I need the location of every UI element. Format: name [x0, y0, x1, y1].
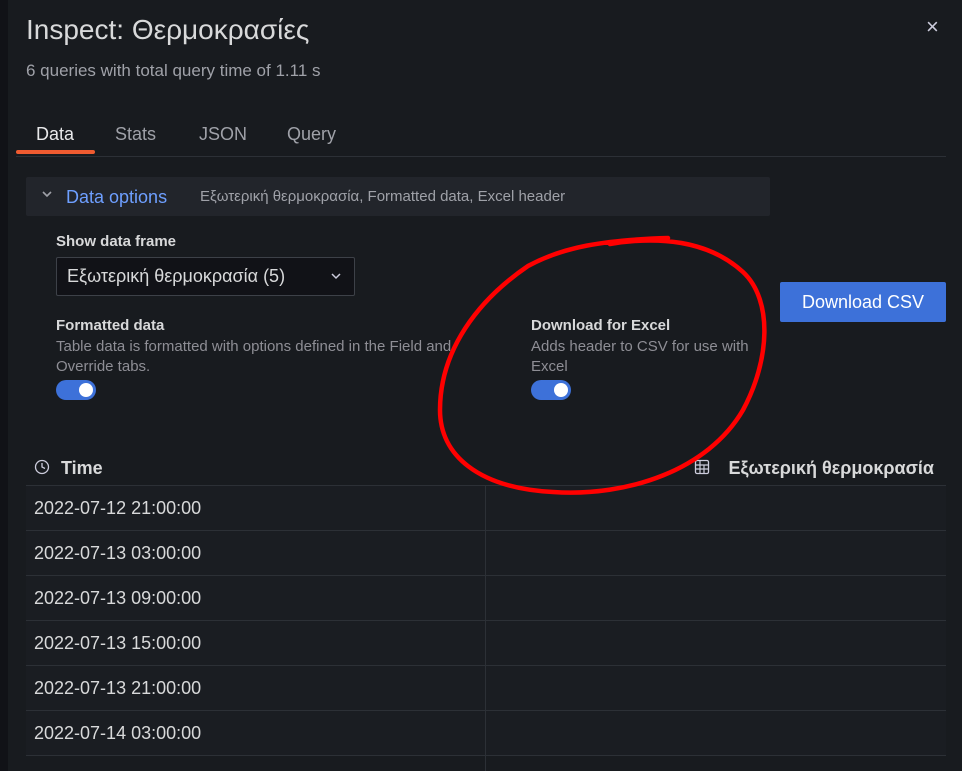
download-excel-toggle[interactable]	[531, 380, 571, 400]
table-icon	[694, 459, 710, 475]
left-edge	[0, 0, 8, 771]
column-header-temperature[interactable]: Εξωτερική θερμοκρασία	[728, 458, 934, 479]
chevron-down-icon	[331, 273, 341, 280]
tab-json[interactable]: JSON	[199, 124, 247, 145]
time-cell: 2022-07-13 09:00:00	[34, 588, 202, 608]
download-excel-description: Adds header to CSV for use with Excel	[531, 338, 749, 375]
toggle-knob	[79, 383, 93, 397]
tab-data[interactable]: Data	[36, 124, 74, 145]
time-cell: 2022-07-13 03:00:00	[34, 543, 202, 563]
download-csv-button[interactable]: Download CSV	[780, 282, 946, 322]
table-row: 2022-07-13 21:00:00	[26, 666, 946, 711]
time-cell: 2022-07-14 03:00:00	[34, 723, 202, 743]
page-title: Inspect: Θερμοκρασίες	[26, 14, 310, 45]
data-frame-value: Εξωτερική θερμοκρασία (5)	[67, 266, 286, 286]
table-body: 2022-07-12 21:00:00 2022-07-13 03:00:00 …	[26, 486, 946, 756]
tab-bar: Data Stats JSON Query	[16, 118, 946, 157]
time-cell: 2022-07-12 21:00:00	[34, 498, 202, 518]
data-frame-select[interactable]: Εξωτερική θερμοκρασία (5)	[56, 257, 355, 296]
inspect-drawer: Inspect: Θερμοκρασίες 6 queries with tot…	[8, 0, 962, 771]
close-icon[interactable]: ×	[926, 14, 939, 40]
table-row: 2022-07-14 03:00:00	[26, 711, 946, 756]
table-header: Time Εξωτερική θερμοκρασία	[26, 450, 946, 486]
table-row: 2022-07-13 09:00:00	[26, 576, 946, 621]
column-divider	[485, 486, 486, 771]
data-options-title[interactable]: Data options	[66, 187, 167, 208]
data-options-header[interactable]: Data options Εξωτερική θερμοκρασία, Form…	[26, 177, 770, 216]
table-row: 2022-07-13 15:00:00	[26, 621, 946, 666]
tab-query[interactable]: Query	[287, 124, 336, 145]
tab-stats[interactable]: Stats	[115, 124, 156, 145]
time-cell: 2022-07-13 21:00:00	[34, 678, 202, 698]
formatted-data-toggle[interactable]	[56, 380, 96, 400]
download-excel-label: Download for Excel	[531, 317, 671, 334]
formatted-data-description: Table data is formatted with options def…	[56, 338, 452, 375]
time-cell: 2022-07-13 15:00:00	[34, 633, 202, 653]
toggle-knob	[554, 383, 568, 397]
formatted-data-label: Formatted data	[56, 317, 165, 334]
column-header-time[interactable]: Time	[61, 458, 103, 479]
active-tab-indicator	[16, 150, 95, 154]
clock-icon	[34, 459, 50, 475]
table-row: 2022-07-12 21:00:00	[26, 486, 946, 531]
page-subtitle: 6 queries with total query time of 1.11 …	[26, 61, 321, 80]
chevron-down-icon	[42, 191, 52, 198]
table-row: 2022-07-13 03:00:00	[26, 531, 946, 576]
show-data-frame-label: Show data frame	[56, 233, 177, 250]
data-options-summary: Εξωτερική θερμοκρασία, Formatted data, E…	[200, 188, 566, 205]
